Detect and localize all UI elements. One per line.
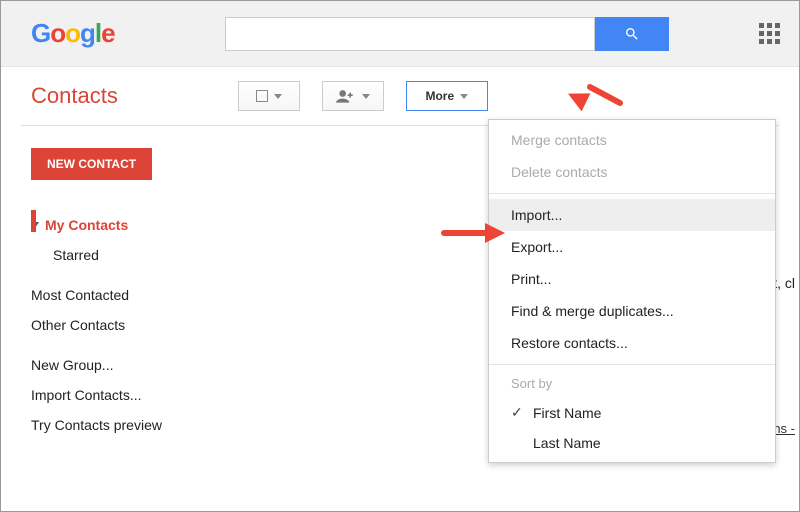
- search-icon: [624, 26, 640, 42]
- logo-letter: G: [31, 18, 50, 49]
- active-indicator: [31, 210, 36, 232]
- sidebar-item-new-group[interactable]: New Group...: [31, 350, 261, 380]
- sidebar: NEW CONTACT My Contacts Starred Most Con…: [1, 126, 261, 440]
- menu-item-label: Last Name: [533, 435, 601, 451]
- search-input[interactable]: [225, 17, 595, 51]
- sidebar-item-import-contacts[interactable]: Import Contacts...: [31, 380, 261, 410]
- menu-item-print[interactable]: Print...: [489, 263, 775, 295]
- menu-label-sort-by: Sort by: [489, 370, 775, 397]
- caret-down-icon: [274, 94, 282, 99]
- more-dropdown-menu: Merge contacts Delete contacts Import...…: [488, 119, 776, 463]
- more-button[interactable]: More: [406, 81, 488, 111]
- menu-item-restore[interactable]: Restore contacts...: [489, 327, 775, 359]
- caret-down-icon: [460, 94, 468, 99]
- page-title: Contacts: [31, 83, 118, 109]
- select-all-button[interactable]: [238, 81, 300, 111]
- menu-separator: [489, 364, 775, 365]
- menu-item-import[interactable]: Import...: [489, 199, 775, 231]
- sidebar-item-most-contacted[interactable]: Most Contacted: [31, 280, 261, 310]
- sidebar-item-try-preview[interactable]: Try Contacts preview: [31, 410, 261, 440]
- menu-item-last-name[interactable]: Last Name: [489, 428, 775, 458]
- logo-letter: o: [65, 18, 80, 49]
- new-contact-button[interactable]: NEW CONTACT: [31, 148, 152, 180]
- header: G o o g l e: [1, 1, 799, 67]
- sidebar-item-label: My Contacts: [45, 217, 128, 233]
- menu-item-first-name[interactable]: ✓ First Name: [489, 397, 775, 428]
- apps-grid-icon[interactable]: [759, 23, 781, 45]
- menu-item-label: First Name: [533, 405, 601, 421]
- menu-item-merge: Merge contacts: [489, 124, 775, 156]
- toolbar: Contacts More: [1, 67, 799, 125]
- person-plus-icon: [336, 89, 356, 103]
- caret-down-icon: [362, 94, 370, 99]
- menu-separator: [489, 193, 775, 194]
- add-to-group-button[interactable]: [322, 81, 384, 111]
- menu-item-export[interactable]: Export...: [489, 231, 775, 263]
- menu-item-delete: Delete contacts: [489, 156, 775, 188]
- search-button[interactable]: [595, 17, 669, 51]
- check-icon: ✓: [511, 404, 523, 421]
- checkbox-icon: [256, 90, 268, 102]
- logo-letter: g: [80, 18, 95, 49]
- logo-letter: o: [50, 18, 65, 49]
- sidebar-item-starred[interactable]: Starred: [31, 240, 261, 270]
- sidebar-item-other-contacts[interactable]: Other Contacts: [31, 310, 261, 340]
- google-logo[interactable]: G o o g l e: [31, 18, 115, 49]
- more-label: More: [425, 89, 454, 103]
- menu-item-find-duplicates[interactable]: Find & merge duplicates...: [489, 295, 775, 327]
- truncated-text: t, cl: [773, 275, 795, 291]
- sidebar-item-my-contacts[interactable]: My Contacts: [31, 210, 261, 240]
- logo-letter: e: [101, 18, 114, 49]
